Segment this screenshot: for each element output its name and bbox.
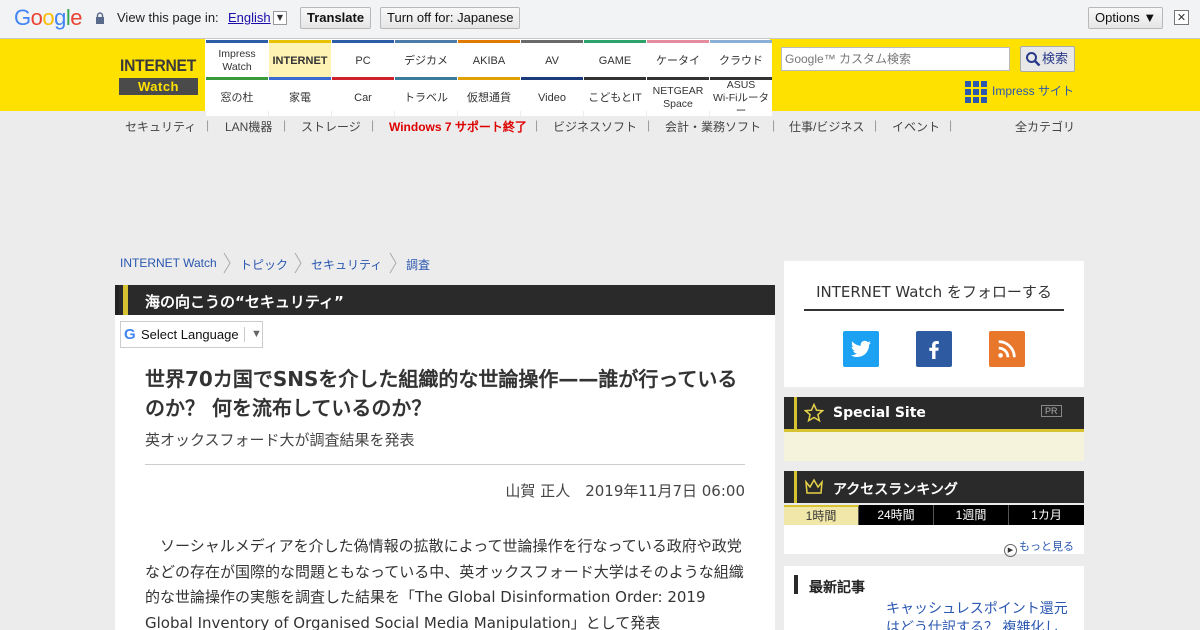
subnav-item[interactable]: イベント bbox=[892, 118, 940, 135]
nav-item[interactable]: Impress Watch bbox=[206, 43, 268, 79]
site-logo-bottom[interactable]: Watch bbox=[119, 78, 198, 95]
ranking-title: アクセスランキング bbox=[833, 482, 958, 498]
nav-item[interactable]: AV bbox=[521, 43, 583, 79]
star-icon bbox=[804, 403, 824, 423]
language-link[interactable]: English bbox=[228, 10, 271, 25]
translate-bar: Google View this page in: English ▼ Tran… bbox=[0, 0, 1200, 39]
tab-1month[interactable]: 1カ月 bbox=[1009, 505, 1084, 525]
language-select[interactable]: G Select Language ▼ bbox=[120, 321, 263, 348]
subnav-item[interactable]: セキュリティ bbox=[125, 118, 196, 135]
turn-off-button[interactable]: Turn off for: Japanese bbox=[380, 7, 521, 29]
latest-title: 最新記事 bbox=[809, 580, 865, 596]
follow-panel: INTERNET Watch をフォローする bbox=[784, 261, 1084, 387]
more-link[interactable]: ▶ もっと見る bbox=[1004, 538, 1074, 557]
nav-item[interactable]: PC bbox=[332, 43, 394, 79]
ranking-header: アクセスランキング bbox=[784, 471, 1084, 503]
nav-item[interactable]: クラウド bbox=[710, 43, 772, 79]
play-icon: ▶ bbox=[1004, 544, 1017, 557]
all-categories-link[interactable]: 全カテゴリ bbox=[1015, 118, 1075, 135]
tab-1hour[interactable]: 1時間 bbox=[784, 505, 859, 525]
article-title: 世界70カ国でSNSを介した組織的な世論操作——誰が行っているのか？ 何を流布し… bbox=[145, 367, 738, 420]
view-page-text: View this page in: bbox=[117, 10, 219, 25]
breadcrumb-chevron-icon bbox=[389, 252, 397, 274]
breadcrumb-item[interactable]: トピック bbox=[240, 256, 288, 273]
close-icon[interactable]: ✕ bbox=[1174, 10, 1189, 25]
more-label: もっと見る bbox=[1019, 541, 1074, 553]
nav-item[interactable]: デジカメ bbox=[395, 43, 457, 79]
article-body: ソーシャルメディアを介した偽情報の拡散によって世論操作を行なっている政府や政党な… bbox=[145, 537, 744, 630]
special-site-body bbox=[784, 429, 1084, 461]
breadcrumb-chevron-icon bbox=[294, 252, 302, 274]
options-button[interactable]: Options ▼ bbox=[1088, 7, 1164, 29]
ranking-tabs: 1時間 24時間 1週間 1カ月 bbox=[784, 505, 1084, 525]
breadcrumb-item[interactable]: 調査 bbox=[406, 256, 430, 273]
impress-site-label: Impress サイト bbox=[992, 84, 1075, 99]
tab-24hours[interactable]: 24時間 bbox=[859, 505, 934, 525]
chevron-down-icon: ▼ bbox=[244, 327, 262, 342]
follow-title: INTERNET Watch をフォローする bbox=[816, 283, 1052, 301]
special-site-title: Special Site bbox=[833, 405, 926, 421]
grid-icon bbox=[965, 81, 987, 103]
language-select-label: Select Language bbox=[141, 327, 239, 342]
crown-icon bbox=[805, 478, 823, 494]
category-nav: セキュリティ | LAN機器 | ストレージ | Windows 7 サポート終… bbox=[125, 118, 1076, 135]
article-subtitle: 英オックスフォード大が調査結果を発表 bbox=[145, 431, 415, 449]
nav-item[interactable]: GAME bbox=[584, 43, 646, 79]
latest-article-link[interactable]: キャッシュレスポイント還元はどう仕訳する？ 複雑化し bbox=[886, 600, 1071, 630]
rss-icon[interactable] bbox=[989, 331, 1025, 367]
search-icon bbox=[1026, 52, 1041, 67]
site-logo-top[interactable]: INTERNET bbox=[120, 56, 196, 76]
nav-item[interactable]: INTERNET bbox=[269, 43, 331, 79]
subnav-item[interactable]: 仕事/ビジネス bbox=[789, 118, 864, 135]
impress-site-link[interactable]: Impress サイト bbox=[965, 81, 1074, 103]
search-button-label: 検索 bbox=[1042, 51, 1069, 66]
search-button[interactable]: 検索 bbox=[1020, 46, 1075, 72]
article-byline: 山賀 正人 2019年11月7日 06:00 bbox=[505, 482, 745, 500]
language-dropdown-icon[interactable]: ▼ bbox=[273, 11, 287, 25]
divider bbox=[145, 464, 745, 465]
subnav-item[interactable]: ストレージ bbox=[301, 118, 361, 135]
tab-1week[interactable]: 1週間 bbox=[934, 505, 1009, 525]
subnav-item[interactable]: ビジネスソフト bbox=[553, 118, 637, 135]
category-title[interactable]: 海の向こうの“セキュリティ” bbox=[145, 291, 344, 312]
breadcrumb-item[interactable]: セキュリティ bbox=[311, 256, 382, 273]
subnav-item[interactable]: 会計・業務ソフト bbox=[665, 118, 761, 135]
google-logo: Google bbox=[14, 5, 83, 30]
nav-item[interactable]: AKIBA bbox=[458, 43, 520, 79]
pr-badge: PR bbox=[1041, 405, 1062, 417]
breadcrumb-item[interactable]: INTERNET Watch bbox=[120, 256, 217, 270]
twitter-icon[interactable] bbox=[843, 331, 879, 367]
subnav-item[interactable]: LAN機器 bbox=[225, 118, 272, 135]
breadcrumb-chevron-icon bbox=[223, 252, 231, 274]
google-g-icon: G bbox=[124, 326, 136, 343]
special-site-header: Special Site bbox=[784, 397, 1084, 429]
latest-articles-panel: 最新記事 キャッシュレスポイント還元はどう仕訳する？ 複雑化し bbox=[784, 566, 1084, 630]
translate-button[interactable]: Translate bbox=[300, 7, 372, 29]
search-input[interactable]: Google™ カスタム検索 bbox=[781, 47, 1010, 71]
lock-icon bbox=[96, 12, 104, 24]
subnav-item-highlight[interactable]: Windows 7 サポート終了 bbox=[389, 118, 527, 135]
facebook-icon[interactable] bbox=[916, 331, 952, 367]
category-header: 海の向こうの“セキュリティ” bbox=[115, 285, 775, 315]
nav-item[interactable]: ケータイ bbox=[647, 43, 709, 79]
